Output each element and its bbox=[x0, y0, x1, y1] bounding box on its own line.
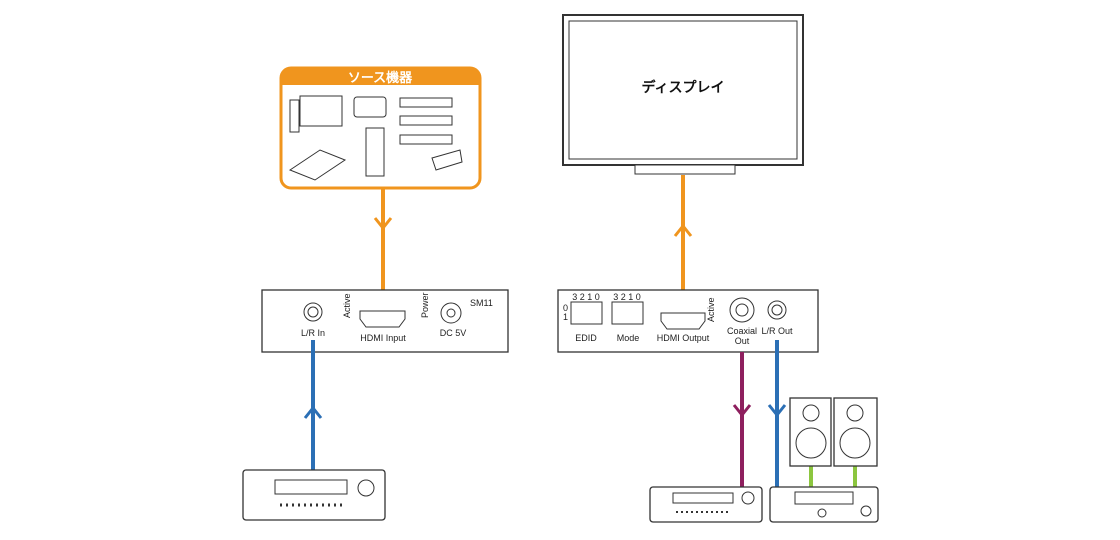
av-receiver-right bbox=[649, 486, 763, 523]
lr-out-label: L/R Out bbox=[761, 326, 793, 336]
edid-dip-numbers: 3 2 1 0 bbox=[572, 292, 600, 302]
player-icon bbox=[399, 97, 453, 108]
lr-in-label: L/R In bbox=[301, 328, 325, 338]
active-led-label: Active bbox=[706, 297, 716, 322]
connection-diagram: ソース機器 L/R In HDMI Input Active Power DC … bbox=[242, 14, 879, 523]
coaxial-out-label: Out bbox=[735, 336, 750, 346]
speakers bbox=[789, 397, 878, 488]
mode-label: Mode bbox=[617, 333, 640, 343]
apple-tv-icon bbox=[353, 96, 387, 118]
mode-dip-numbers: 3 2 1 0 bbox=[613, 292, 641, 302]
display-label: ディスプレイ bbox=[641, 79, 724, 95]
dip-row1-label: 1 bbox=[563, 312, 568, 322]
hdmi-input-port bbox=[359, 310, 406, 328]
hdmi-output-label: HDMI Output bbox=[657, 333, 710, 343]
power-led-label: Power bbox=[420, 292, 430, 318]
player-icon bbox=[399, 134, 453, 145]
source-title: ソース機器 bbox=[348, 70, 413, 85]
amplifier bbox=[769, 486, 879, 523]
hdmi-input-label: HDMI Input bbox=[360, 333, 406, 343]
mode-dip-switch bbox=[611, 301, 644, 325]
player-icon bbox=[399, 115, 453, 126]
source-devices-box: ソース機器 bbox=[279, 66, 482, 190]
coaxial-label: Coaxial bbox=[727, 326, 757, 336]
dc-label: DC 5V bbox=[440, 328, 467, 338]
pc-tower-icon bbox=[289, 99, 300, 133]
av-receiver-left bbox=[242, 469, 386, 521]
transmitter-device: L/R In HDMI Input Active Power DC 5V SM1… bbox=[261, 289, 509, 353]
xbox-icon bbox=[365, 127, 385, 177]
active-led-label: Active bbox=[342, 293, 352, 318]
edid-dip-switch bbox=[570, 301, 603, 325]
model-label: SM11 bbox=[470, 298, 493, 308]
display-device: ディスプレイ bbox=[562, 14, 804, 175]
hdmi-output-port bbox=[660, 312, 706, 330]
monitor-icon bbox=[299, 95, 343, 127]
edid-label: EDID bbox=[575, 333, 597, 343]
